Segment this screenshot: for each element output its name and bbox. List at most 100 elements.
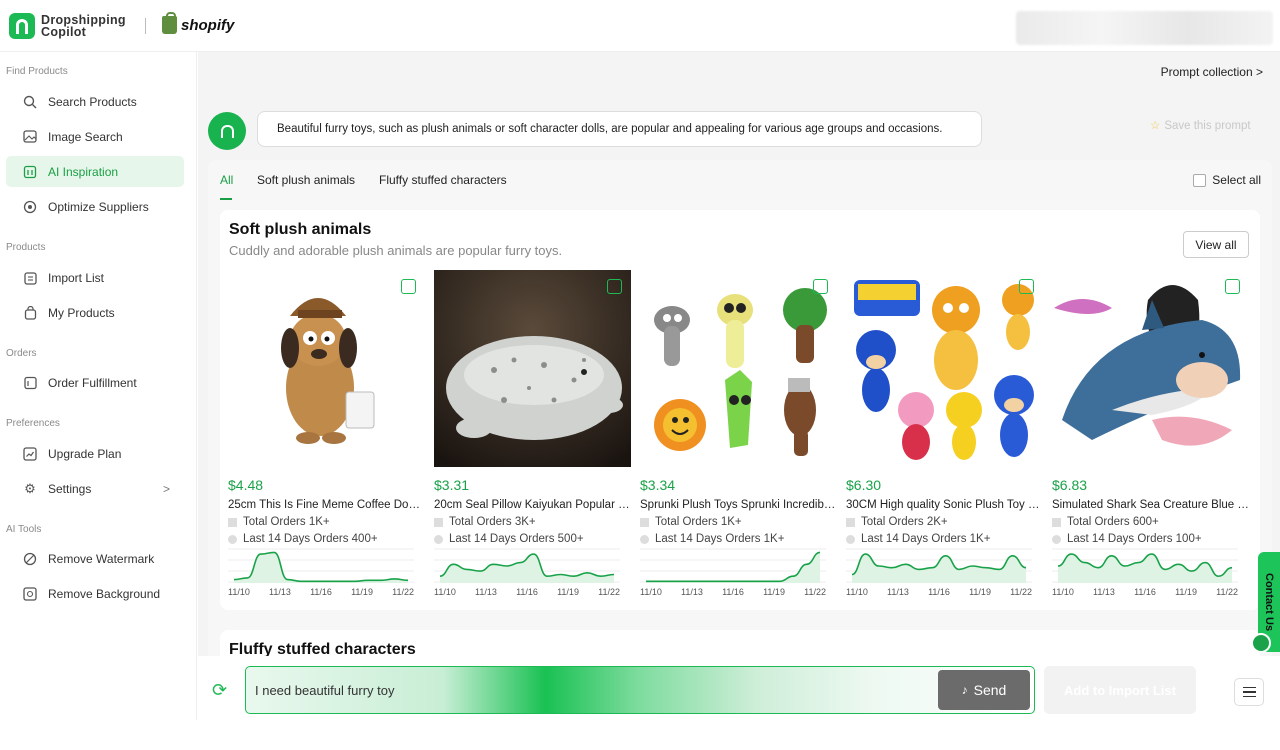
product-card[interactable]: $3.34 Sprunki Plush Toys Sprunki Incredi… [640, 270, 837, 597]
product-image[interactable] [640, 270, 837, 467]
total-orders: Total Orders 2K+ [846, 516, 1043, 528]
sidebar: Find Products Search Products Image Sear… [0, 52, 197, 720]
sidebar-item-order-fulfillment[interactable]: Order Fulfillment [6, 367, 184, 398]
section-subtitle: Cuddly and adorable plush animals are po… [229, 243, 563, 258]
date-label: 11/19 [557, 587, 579, 597]
logo[interactable]: Dropshipping Copilot [9, 13, 126, 39]
top-bar: Dropshipping Copilot shopify [0, 0, 1280, 52]
send-icon: ♪ [961, 683, 968, 697]
view-all-button[interactable]: View all [1183, 231, 1249, 258]
sidebar-item-label: Remove Background [48, 586, 161, 601]
total-orders-text: Total Orders 1K+ [243, 516, 330, 528]
last14-orders: Last 14 Days Orders 1K+ [846, 533, 1043, 545]
send-button[interactable]: ♪ Send [938, 670, 1030, 710]
tab-all[interactable]: All [220, 173, 233, 187]
product-card[interactable]: $3.31 20cm Seal Pillow Kaiyukan Popular … [434, 270, 631, 597]
sidebar-item-upgrade-plan[interactable]: Upgrade Plan [6, 438, 184, 469]
total-orders: Total Orders 3K+ [434, 516, 631, 528]
sidebar-item-settings[interactable]: ⚙ Settings > [6, 473, 184, 504]
tab-fluffy-stuffed-characters[interactable]: Fluffy stuffed characters [379, 173, 507, 187]
product-image[interactable] [1052, 270, 1249, 467]
sidebar-item-label: Search Products [48, 94, 137, 109]
product-checkbox[interactable] [813, 279, 828, 294]
product-title[interactable]: 25cm This Is Fine Meme Coffee Dog Plush … [228, 499, 425, 511]
sidebar-item-my-products[interactable]: My Products [6, 297, 184, 328]
product-title[interactable]: 20cm Seal Pillow Kaiyukan Popular Plush … [434, 499, 631, 511]
prompt-text: Beautiful furry toys, such as plush anim… [277, 123, 943, 135]
date-label: 11/19 [351, 587, 373, 597]
select-all[interactable]: Select all [1193, 173, 1261, 187]
sidebar-item-optimize-suppliers[interactable]: Optimize Suppliers [6, 191, 184, 222]
last14-orders: Last 14 Days Orders 500+ [434, 533, 631, 545]
product-price: $3.31 [434, 477, 470, 493]
add-to-import-list-button[interactable]: Add to Import List [1044, 666, 1196, 714]
date-label: 11/13 [681, 587, 703, 597]
sidebar-item-ai-inspiration[interactable]: AI Inspiration [6, 156, 184, 187]
total-orders: Total Orders 1K+ [640, 516, 837, 528]
date-label: 11/19 [969, 587, 991, 597]
prompt-input[interactable]: I need beautiful furry toy ♪ Send [245, 666, 1035, 714]
menu-line [1242, 695, 1256, 698]
date-label: 11/13 [475, 587, 497, 597]
product-checkbox[interactable] [607, 279, 622, 294]
total-orders-text: Total Orders 600+ [1067, 516, 1159, 528]
sidebar-item-remove-watermark[interactable]: Remove Watermark [6, 543, 184, 574]
date-label: 11/13 [1093, 587, 1115, 597]
product-checkbox[interactable] [401, 279, 416, 294]
sidebar-item-label: Upgrade Plan [48, 446, 122, 461]
trend-dates: 11/10 11/13 11/16 11/19 11/22 [640, 587, 826, 597]
trend-dates: 11/10 11/13 11/16 11/19 11/22 [846, 587, 1032, 597]
menu-button[interactable] [1234, 678, 1264, 706]
contact-us-label: Contact Us [1263, 572, 1275, 632]
orders-icon [640, 517, 649, 527]
sidebar-item-label: My Products [48, 305, 115, 320]
chat-bubble-icon[interactable] [1251, 633, 1271, 653]
date-label: 11/16 [516, 587, 538, 597]
sidebar-item-import-list[interactable]: Import List [6, 262, 184, 293]
product-price: $6.83 [1052, 477, 1088, 493]
product-image[interactable] [434, 270, 631, 467]
last14-orders: Last 14 Days Orders 1K+ [640, 533, 837, 545]
date-label: 11/16 [1134, 587, 1156, 597]
sidebar-item-search-products[interactable]: Search Products [6, 86, 184, 117]
save-prompt-button[interactable]: ☆ Save this prompt [1150, 118, 1251, 132]
section-orders: Orders [6, 348, 37, 359]
account-area-blurred[interactable] [1016, 11, 1273, 45]
date-label: 11/13 [269, 587, 291, 597]
product-title[interactable]: Sprunki Plush Toys Sprunki Incredibox Ga… [640, 499, 837, 511]
product-title[interactable]: 30CM High quality Sonic Plush Toy Figure… [846, 499, 1043, 511]
select-all-checkbox[interactable] [1193, 173, 1207, 187]
prompt-collection-link[interactable]: Prompt collection > [1161, 65, 1263, 79]
date-label: 11/22 [804, 587, 826, 597]
image-icon [22, 129, 38, 145]
product-card[interactable]: $6.30 30CM High quality Sonic Plush Toy … [846, 270, 1043, 597]
product-title[interactable]: Simulated Shark Sea Creature Blue Plush … [1052, 499, 1249, 511]
send-label: Send [973, 682, 1007, 698]
sales-trend-chart [1052, 548, 1238, 583]
product-image-sonic [846, 270, 1043, 467]
product-image[interactable] [846, 270, 1043, 467]
product-card[interactable]: $4.48 25cm This Is Fine Meme Coffee Dog … [228, 270, 425, 597]
sidebar-item-remove-background[interactable]: Remove Background [6, 578, 184, 609]
background-icon [22, 586, 38, 602]
prompt-collection-label: Prompt collection [1160, 65, 1253, 79]
date-label: 11/22 [1010, 587, 1032, 597]
sidebar-item-image-search[interactable]: Image Search [6, 121, 184, 152]
save-prompt-label: Save this prompt [1164, 120, 1251, 132]
sales-trend-chart [846, 548, 1032, 583]
clock-icon [846, 534, 855, 544]
date-label: 11/16 [928, 587, 950, 597]
logo-text: Dropshipping Copilot [41, 14, 126, 39]
refresh-icon[interactable]: ⟳ [212, 680, 227, 701]
product-card[interactable]: $6.83 Simulated Shark Sea Creature Blue … [1052, 270, 1249, 597]
tab-soft-plush-animals[interactable]: Soft plush animals [257, 173, 355, 187]
sidebar-item-label: Order Fulfillment [48, 375, 137, 390]
product-checkbox[interactable] [1225, 279, 1240, 294]
sales-trend-chart [640, 548, 826, 583]
date-label: 11/10 [434, 587, 456, 597]
date-label: 11/16 [310, 587, 332, 597]
trend-dates: 11/10 11/13 11/16 11/19 11/22 [1052, 587, 1238, 597]
product-checkbox[interactable] [1019, 279, 1034, 294]
product-image[interactable] [228, 270, 425, 467]
orders-icon [846, 517, 855, 527]
